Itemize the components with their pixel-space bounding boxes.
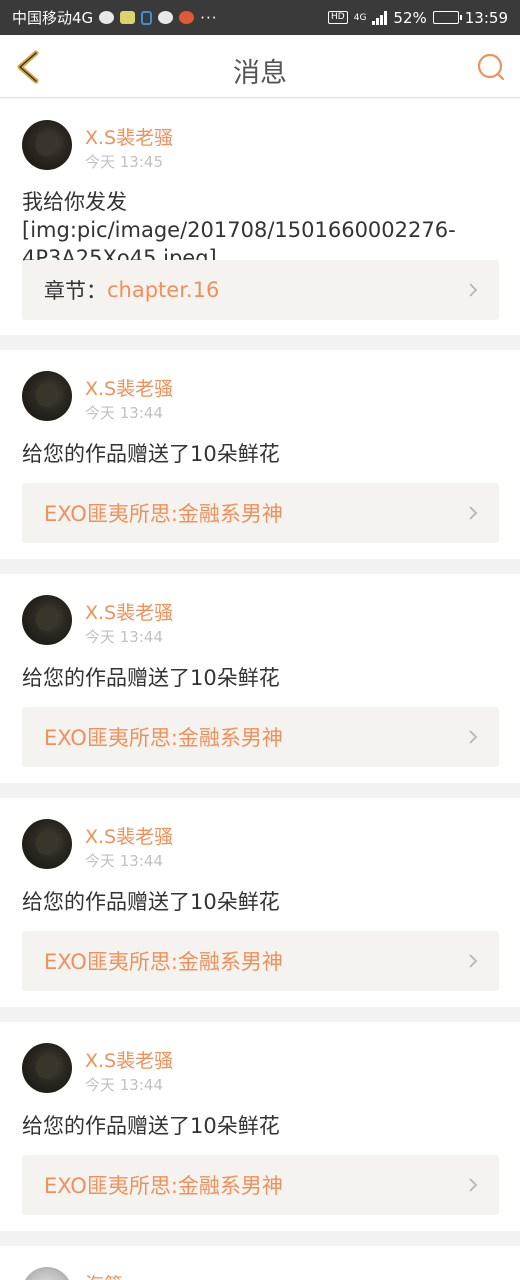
chapter-link[interactable]: 章节： chapter.16 (22, 260, 499, 320)
message-content: 给您的作品赠送了10朵鲜花 (22, 442, 280, 466)
message-card: X.S裴老骚 今天 13:44 给您的作品赠送了10朵鲜花 EXO匪夷所思:金融… (0, 1022, 520, 1231)
avatar[interactable] (22, 1267, 72, 1280)
work-link[interactable]: EXO匪夷所思:金融系男神 (22, 483, 499, 543)
work-link[interactable]: EXO匪夷所思:金融系男神 (22, 931, 499, 991)
message-bubble-icon (158, 11, 174, 24)
shopping-bag-icon (141, 10, 153, 25)
message-content: 给您的作品赠送了10朵鲜花 (22, 1114, 280, 1138)
ref-value: chapter.16 (107, 278, 220, 302)
wechat-icon (99, 11, 115, 24)
username[interactable]: 海箹 (85, 1270, 123, 1280)
avatar[interactable] (22, 371, 72, 421)
username[interactable]: X.S裴老骚 (85, 822, 173, 849)
search-icon (477, 53, 505, 81)
battery-icon (432, 11, 462, 24)
status-left: 中国移动4G ··· (12, 7, 328, 28)
network-type: 4G (353, 12, 367, 23)
timestamp: 今天 13:44 (85, 852, 163, 870)
timestamp: 今天 13:45 (85, 153, 163, 171)
ref-value: EXO匪夷所思:金融系男神 (44, 950, 283, 974)
weibo-icon (179, 11, 195, 24)
work-link[interactable]: EXO匪夷所思:金融系男神 (22, 1155, 499, 1215)
avatar[interactable] (22, 1043, 72, 1093)
page-title: 消息 (233, 58, 287, 89)
chat-app-icon (120, 11, 136, 24)
hd-icon: HD (328, 11, 348, 24)
message-content: 给您的作品赠送了10朵鲜花 (22, 666, 280, 690)
message-card: X.S裴老骚 今天 13:44 给您的作品赠送了10朵鲜花 EXO匪夷所思:金融… (0, 798, 520, 1007)
chevron-right-icon (469, 954, 478, 968)
chevron-right-icon (469, 283, 478, 297)
message-card: X.S裴老骚 今天 13:44 给您的作品赠送了10朵鲜花 EXO匪夷所思:金融… (0, 574, 520, 783)
message-content: 给您的作品赠送了10朵鲜花 (22, 890, 280, 914)
username[interactable]: X.S裴老骚 (85, 598, 173, 625)
avatar[interactable] (22, 120, 72, 170)
battery-percent: 52% (393, 8, 427, 27)
message-card: X.S裴老骚 今天 13:45 我给你发发[img:pic/image/2017… (0, 99, 520, 335)
status-bar: 中国移动4G ··· HD 4G 52% 13:59 (0, 0, 520, 35)
ref-value: EXO匪夷所思:金融系男神 (44, 1174, 283, 1198)
carrier-label: 中国移动4G (12, 9, 94, 27)
username[interactable]: X.S裴老骚 (85, 1046, 173, 1073)
nav-bar: 消息 (0, 35, 520, 98)
username[interactable]: X.S裴老骚 (85, 123, 173, 150)
chevron-right-icon (469, 506, 478, 520)
avatar[interactable] (22, 819, 72, 869)
message-card: 海箹 (0, 1246, 520, 1280)
username[interactable]: X.S裴老骚 (85, 374, 173, 401)
ref-value: EXO匪夷所思:金融系男神 (44, 502, 283, 526)
status-right: HD 4G 52% 13:59 (328, 9, 508, 27)
ref-label: 章节： (44, 279, 107, 303)
signal-icon (372, 10, 388, 25)
timestamp: 今天 13:44 (85, 628, 163, 646)
more-notifications-icon: ··· (200, 8, 218, 27)
timestamp: 今天 13:44 (85, 1076, 163, 1094)
avatar[interactable] (22, 595, 72, 645)
search-button[interactable] (476, 52, 506, 82)
timestamp: 今天 13:44 (85, 404, 163, 422)
message-card: X.S裴老骚 今天 13:44 给您的作品赠送了10朵鲜花 EXO匪夷所思:金融… (0, 350, 520, 559)
ref-value: EXO匪夷所思:金融系男神 (44, 726, 283, 750)
chevron-right-icon (469, 730, 478, 744)
message-feed: X.S裴老骚 今天 13:45 我给你发发[img:pic/image/2017… (0, 99, 520, 1280)
work-link[interactable]: EXO匪夷所思:金融系男神 (22, 707, 499, 767)
clock: 13:59 (464, 8, 508, 27)
chevron-right-icon (469, 1178, 478, 1192)
